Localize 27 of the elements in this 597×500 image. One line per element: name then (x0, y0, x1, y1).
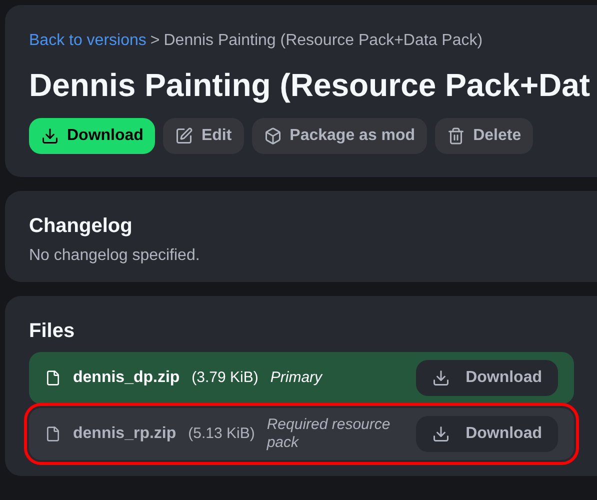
files-heading: Files (29, 319, 76, 344)
file-size: (3.79 KiB) (192, 368, 258, 388)
file-tag: Required resource pack (266, 416, 404, 452)
delete-button[interactable]: Delete (435, 118, 534, 154)
edit-icon (175, 127, 194, 145)
download-button[interactable]: Download (29, 118, 156, 154)
download-icon (432, 369, 450, 387)
edit-button[interactable]: Edit (163, 118, 244, 154)
page-title: Dennis Painting (Resource Pack+Dat (29, 66, 592, 105)
file-tag: Primary (270, 369, 404, 387)
trash-icon (447, 127, 466, 145)
download-button[interactable]: Download (416, 360, 558, 396)
download-icon (41, 127, 59, 145)
package-button[interactable]: Package as mod (252, 118, 428, 154)
changelog-heading: Changelog (29, 214, 134, 239)
file-name: dennis_dp.zip (73, 368, 180, 388)
download-button[interactable]: Download (416, 416, 558, 452)
changelog-text: No changelog specified. (29, 246, 201, 266)
breadcrumb-separator: > (150, 31, 160, 51)
file-icon (45, 370, 61, 386)
download-icon (432, 425, 450, 443)
file-size: (5.13 KiB) (188, 424, 255, 444)
file-icon (45, 426, 61, 442)
breadcrumb-current: Dennis Painting (Resource Pack+Data Pack) (164, 31, 483, 51)
back-link[interactable]: Back to versions (29, 30, 146, 52)
file-name: dennis_rp.zip (73, 424, 176, 444)
cube-icon (264, 127, 282, 145)
